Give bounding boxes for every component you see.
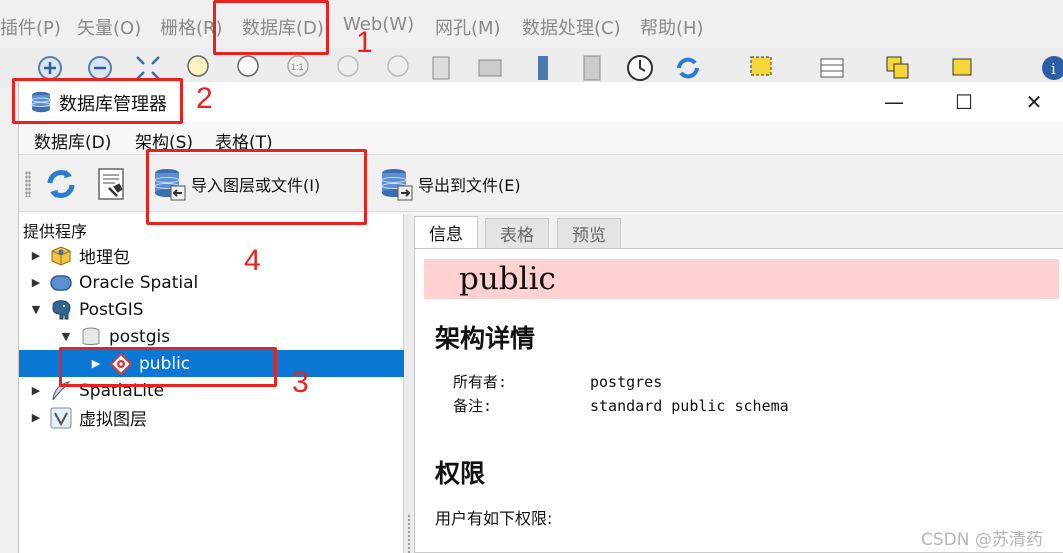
export-label: 导出到文件(E)	[418, 176, 521, 195]
maximize-button[interactable]: ☐	[929, 82, 999, 122]
permissions-text: 用户有如下权限:	[435, 509, 553, 528]
svg-text:1:1: 1:1	[291, 62, 304, 72]
app-menu-help[interactable]: 帮助(H)	[640, 14, 704, 40]
new-bookmark-icon[interactable]	[428, 54, 456, 82]
comment-label: 备注:	[453, 397, 493, 415]
tree-item-oracle[interactable]: ▶ Oracle Spatial	[19, 269, 404, 296]
zoom-selection-icon[interactable]	[234, 54, 262, 82]
tab-info-label: 信息	[429, 225, 463, 245]
zoom-layer-icon[interactable]	[184, 54, 212, 82]
tree-label: 地理包	[79, 248, 130, 268]
expand-arrow-icon[interactable]: ▶	[29, 411, 43, 425]
tree-item-virtual-layers[interactable]: ▶ 虚拟图层	[19, 404, 404, 431]
deselect-icon[interactable]	[884, 54, 912, 82]
tree-item-postgis[interactable]: ▼ PostGIS	[19, 296, 404, 323]
select-location-icon[interactable]	[950, 54, 978, 82]
minimize-button[interactable]: —	[859, 82, 929, 122]
refresh-icon	[47, 170, 75, 198]
annotation-number-4: 4	[244, 244, 261, 277]
postgis-elephant-icon	[52, 299, 71, 319]
details-panel: 信息 表格 预览 public 架构详情 所有者: postgres 备注: sta…	[414, 214, 1063, 553]
zoom-next-icon[interactable]	[384, 54, 412, 82]
spatial-bookmark-icon[interactable]	[530, 54, 558, 82]
annotation-box-1	[213, 0, 329, 55]
schema-banner: public	[424, 259, 1059, 299]
expand-arrow-icon[interactable]: ▶	[29, 249, 43, 263]
screen: 插件(P) 矢量(O) 栅格(R) 数据库(D) Web(W) 网孔(M) 数据…	[0, 0, 1063, 553]
comment-row: 备注: standard public schema	[453, 395, 789, 416]
geopackage-icon	[51, 245, 71, 266]
annotation-box-2	[12, 78, 183, 124]
export-file-button[interactable]: 导出到文件(E)	[378, 163, 521, 205]
owner-value: postgres	[590, 373, 663, 391]
expand-arrow-icon[interactable]: ▶	[29, 276, 43, 290]
attribute-table-icon[interactable]	[818, 54, 846, 82]
app-menu-processing[interactable]: 数据处理(C)	[522, 14, 621, 40]
annotation-number-1: 1	[356, 26, 373, 59]
app-menu-vector[interactable]: 矢量(O)	[77, 14, 141, 40]
svg-text:i: i	[1051, 60, 1056, 78]
app-menu-web[interactable]: Web(W)	[343, 14, 414, 35]
tree-label: Oracle Spatial	[79, 272, 199, 293]
schema-details-heading: 架构详情	[435, 324, 536, 353]
permissions-heading: 权限	[435, 459, 486, 488]
splitter-grip[interactable]	[407, 514, 411, 553]
export-db-icon	[381, 169, 413, 201]
annotation-number-3: 3	[292, 366, 309, 399]
collapse-arrow-icon[interactable]: ▼	[29, 303, 43, 317]
collapse-arrow-icon[interactable]: ▼	[59, 330, 73, 344]
comment-value: standard public schema	[590, 397, 789, 415]
annotation-box-public	[59, 347, 277, 387]
bookmark-manager-icon[interactable]	[578, 54, 606, 82]
toolbar-grip[interactable]	[25, 171, 31, 197]
watermark: CSDN @苏清药	[921, 530, 1043, 550]
close-button[interactable]: ✕	[999, 82, 1063, 122]
tree-label: postgis	[109, 326, 171, 347]
close-icon: ✕	[1025, 90, 1043, 114]
owner-row: 所有者: postgres	[453, 371, 662, 392]
minimize-icon: —	[884, 90, 904, 114]
identify-icon[interactable]: i	[1040, 54, 1063, 82]
select-features-icon[interactable]	[748, 54, 776, 82]
menu-database[interactable]: 数据库(D)	[34, 128, 111, 153]
tree-label: 虚拟图层	[79, 410, 147, 430]
refresh-map-icon[interactable]	[674, 54, 702, 82]
zoom-native-icon[interactable]: 1:1	[284, 54, 312, 82]
annotation-box-3-import	[146, 149, 367, 225]
expand-arrow-icon[interactable]: ▶	[29, 384, 43, 398]
tab-preview-label: 预览	[572, 226, 606, 246]
owner-label: 所有者:	[453, 373, 508, 391]
tree-item-postgis-db[interactable]: ▼ postgis	[19, 323, 404, 350]
tree-label: PostGIS	[79, 299, 144, 320]
providers-header: 提供程序	[23, 222, 88, 241]
oracle-icon	[50, 274, 72, 291]
app-menu-mesh[interactable]: 网孔(M)	[435, 14, 501, 40]
tab-table[interactable]: 表格	[485, 218, 549, 248]
banner-title: public	[459, 261, 556, 297]
temporal-controller-icon[interactable]	[626, 54, 654, 82]
sql-window-icon	[98, 168, 124, 200]
info-content: public 架构详情 所有者: postgres 备注: standard pub…	[414, 248, 1063, 553]
annotation-number-2: 2	[196, 82, 213, 115]
app-menu-plugins[interactable]: 插件(P)	[0, 14, 61, 40]
tree-item-geopackage[interactable]: ▶ 地理包	[19, 242, 404, 269]
tab-preview[interactable]: 预览	[557, 218, 621, 248]
maximize-icon: ☐	[955, 90, 973, 114]
sql-window-button[interactable]	[93, 163, 133, 205]
refresh-button[interactable]	[43, 163, 83, 205]
show-bookmarks-icon[interactable]	[476, 54, 504, 82]
panel-splitter[interactable]	[404, 214, 414, 553]
virtual-layer-icon	[50, 407, 72, 428]
tab-info[interactable]: 信息	[414, 216, 478, 248]
database-icon	[82, 327, 100, 345]
tab-table-label: 表格	[500, 226, 534, 246]
